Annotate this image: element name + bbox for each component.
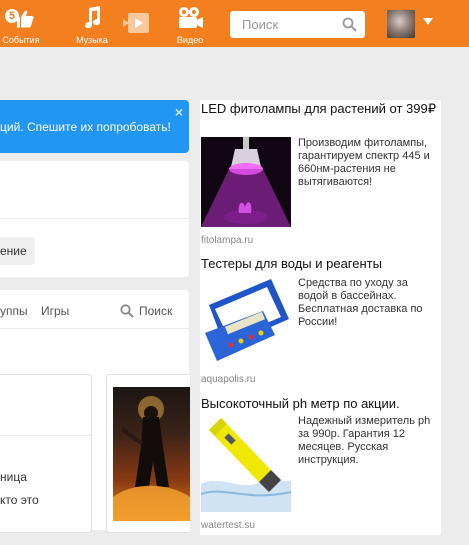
search-box [230, 11, 365, 38]
water-tester-kit-image [205, 279, 289, 361]
nav-events-label: События [2, 35, 40, 45]
tab-groups[interactable]: уппы [0, 304, 28, 318]
list-item[interactable]: ница кто это [0, 374, 92, 533]
promo-banner-text: ций. Спешите их попробовать! [0, 120, 171, 134]
tab-search[interactable]: Поиск [139, 304, 172, 318]
ads-column: LED фитолампы для растений от 399₽ Произ… [200, 100, 441, 535]
search-input[interactable] [242, 11, 337, 38]
tab-games[interactable]: Игры [41, 304, 69, 318]
nav-video-label: Видео [176, 35, 204, 45]
ad-title[interactable]: Высокоточный ph метр по акции. [201, 396, 439, 412]
nav-video-player[interactable] [122, 0, 150, 47]
divider [0, 435, 91, 436]
list-item-text: ница [0, 470, 27, 484]
game-card[interactable] [106, 374, 190, 533]
ad-description: Производим фитолампы, гарантируем спектр… [298, 137, 430, 188]
top-navigation-bar: 5 События Музыка Видео [0, 0, 469, 47]
chevron-down-icon[interactable] [423, 18, 433, 25]
user-avatar[interactable] [387, 10, 415, 38]
ad-description: Средства по уходу за водой в бассейнах. … [298, 277, 423, 328]
promo-banner: ций. Спешите их попробовать! × [0, 100, 189, 153]
close-icon[interactable]: × [175, 104, 183, 120]
divider [0, 218, 189, 219]
ad-title[interactable]: Тестеры для воды и реагенты [201, 256, 439, 272]
ad-image[interactable] [200, 414, 292, 512]
warrior-figure-image [113, 396, 190, 521]
search-icon[interactable] [342, 17, 357, 32]
ad-description: Надежный измеритель ph за 990р. Гарантия… [298, 415, 431, 466]
card-action-label: ение [0, 244, 27, 258]
lamp-image [201, 137, 291, 227]
video-camera-icon [179, 7, 203, 28]
music-note-icon [85, 6, 101, 29]
nav-music[interactable]: Музыка [70, 0, 114, 47]
search-icon[interactable] [120, 304, 134, 318]
ph-meter-image [200, 418, 292, 512]
ad-image[interactable] [201, 275, 291, 367]
nav-events[interactable]: 5 События [0, 0, 42, 47]
ad-image[interactable] [201, 137, 291, 227]
ad-domain[interactable]: watertest.su [201, 520, 255, 531]
game-image [113, 387, 190, 521]
events-icon [17, 10, 34, 28]
ad-domain[interactable]: aquapolis.ru [201, 374, 255, 385]
list-item-text: кто это [0, 493, 39, 507]
nav-video[interactable]: Видео [170, 0, 210, 47]
ad-domain[interactable]: fitolampa.ru [201, 235, 253, 246]
play-icon [123, 13, 149, 33]
divider [0, 328, 189, 329]
ad-title[interactable]: LED фитолампы для растений от 399₽ [201, 101, 439, 117]
nav-music-label: Музыка [76, 35, 108, 45]
